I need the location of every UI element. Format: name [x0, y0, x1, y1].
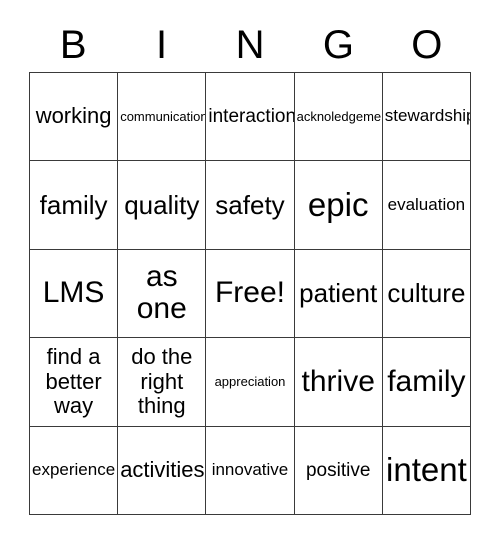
bingo-cell[interactable]: family — [30, 161, 119, 250]
bingo-cell[interactable]: as one — [118, 249, 207, 339]
bingo-cell[interactable]: culture — [382, 249, 471, 339]
bingo-cell[interactable]: innovative — [206, 426, 295, 515]
bingo-cell[interactable]: safety — [206, 161, 295, 250]
bingo-cell[interactable]: family — [382, 338, 471, 427]
bingo-cell-label: working — [35, 103, 112, 129]
bingo-cell-label: innovative — [211, 459, 289, 479]
bingo-cell[interactable]: thrive — [294, 338, 383, 427]
bingo-cell-label: stewardship — [384, 106, 471, 126]
bingo-cell-label: intent — [386, 450, 467, 488]
bingo-header-letter-i: I — [156, 23, 168, 67]
bingo-header-letter-b: B — [59, 23, 87, 67]
bingo-cell-label: quality — [124, 189, 200, 220]
bingo-cell-label: thrive — [301, 364, 375, 398]
bingo-cell[interactable]: interaction — [206, 73, 295, 162]
bingo-header-letter-n: N — [235, 23, 265, 67]
bingo-grid: working communication interaction acknoledg… — [29, 72, 471, 515]
bingo-cell-label: LMS — [42, 276, 105, 310]
bingo-cell[interactable]: stewardship — [382, 73, 471, 162]
bingo-cell-label: family — [387, 364, 466, 398]
bingo-header-letter-g: G — [322, 23, 354, 67]
bingo-cell-label: as one — [136, 260, 187, 326]
bingo-cell-label: safety — [215, 189, 285, 220]
bingo-cell-label: find a better way — [45, 343, 102, 419]
bingo-cell[interactable]: intent — [382, 426, 471, 515]
bingo-cell-label: do the right thing — [131, 343, 193, 419]
bingo-cell[interactable]: positive — [294, 426, 383, 515]
bingo-cell[interactable]: patient — [294, 249, 383, 339]
bingo-cell-label: Free! — [214, 276, 285, 310]
bingo-cell[interactable]: epic — [294, 161, 383, 250]
bingo-cell-label: activities — [120, 456, 205, 482]
bingo-header-letter-o: O — [411, 23, 443, 67]
bingo-cell[interactable]: LMS — [30, 249, 119, 339]
bingo-cell[interactable]: quality — [118, 161, 207, 250]
bingo-cell-label: culture — [387, 278, 466, 309]
bingo-cell[interactable]: working — [30, 73, 119, 162]
bingo-cell-label: epic — [307, 185, 369, 223]
bingo-cell-label: patient — [299, 278, 378, 309]
bingo-header: B I N G O — [29, 18, 471, 72]
bingo-cell[interactable]: evaluation — [382, 161, 471, 250]
bingo-cell[interactable]: find a better way — [30, 338, 119, 427]
bingo-cell[interactable]: do the right thing — [118, 338, 207, 427]
bingo-cell[interactable]: activities — [118, 426, 207, 515]
bingo-cell[interactable]: acknoledgement — [294, 73, 383, 162]
bingo-cell[interactable]: experience — [30, 426, 119, 515]
bingo-cell[interactable]: communication — [118, 73, 207, 162]
bingo-cell-label: family — [39, 189, 108, 220]
bingo-cell-label: interaction — [208, 106, 295, 128]
bingo-cell-label: positive — [305, 459, 371, 481]
bingo-cell-label: experience — [32, 459, 116, 479]
bingo-cell[interactable]: Free! — [206, 249, 295, 339]
bingo-cell-label: acknoledgement — [296, 108, 383, 124]
bingo-cell[interactable]: appreciation — [206, 338, 295, 427]
bingo-cell-label: evaluation — [387, 194, 466, 214]
bingo-card: B I N G O working communication interactio… — [0, 0, 500, 544]
bingo-cell-label: communication — [120, 108, 207, 124]
bingo-cell-label: appreciation — [214, 373, 286, 389]
